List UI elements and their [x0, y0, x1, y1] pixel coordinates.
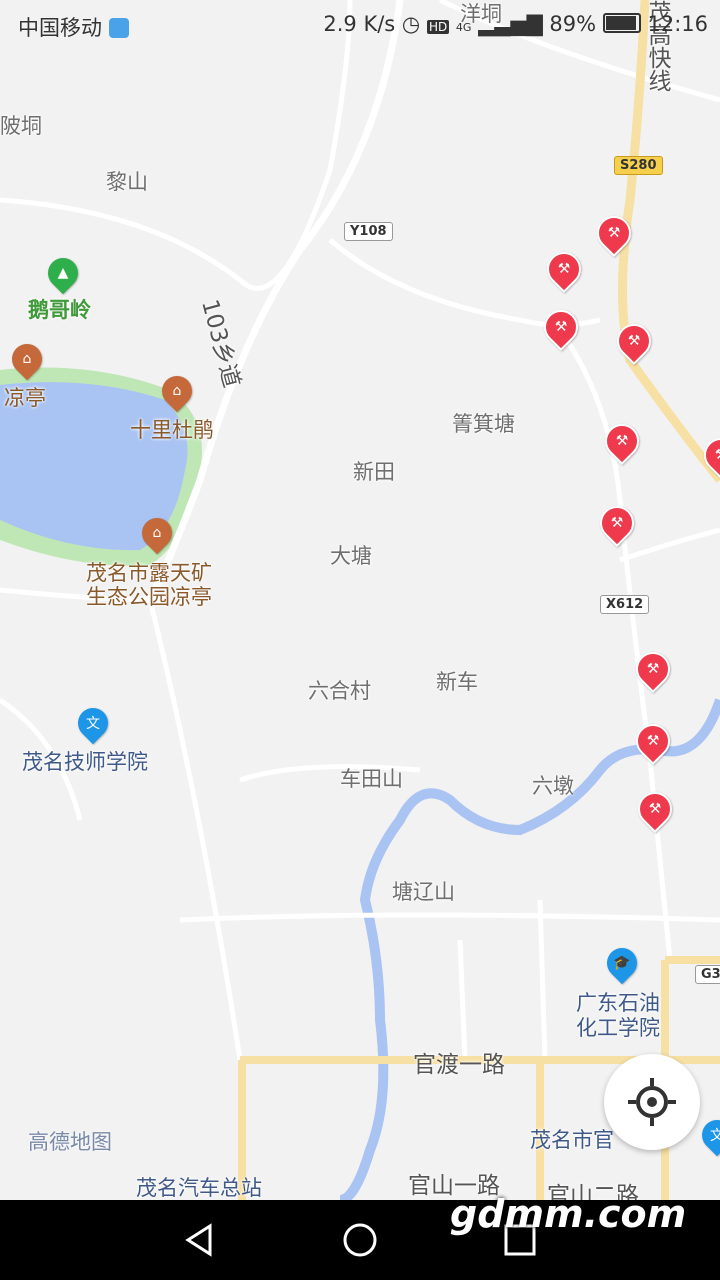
status-bar: 中国移动 2.9 K/s ◷ HD 4G ▂▃▅▇ 89% 12:16	[0, 0, 720, 50]
map-logo: 高德地图	[28, 1130, 112, 1154]
back-icon[interactable]	[180, 1220, 220, 1260]
poi-label[interactable]: 鹅哥岭	[28, 294, 91, 324]
place-label: 新车	[436, 670, 478, 694]
poi-label[interactable]: 生态公园凉亭	[86, 581, 212, 611]
place-label: 大塘	[330, 544, 372, 568]
poi-label[interactable]: 茂名市官	[530, 1124, 614, 1154]
university-icon[interactable]: 🎓	[600, 941, 644, 985]
place-label: 黎山	[106, 170, 148, 194]
watermark: gdmm.com	[450, 1192, 687, 1236]
clock: 12:16	[647, 12, 708, 36]
crosshair-icon	[628, 1078, 676, 1126]
mountain-icon[interactable]: ▲	[41, 251, 85, 295]
status-right: 2.9 K/s ◷ HD 4G ▂▃▅▇ 89% 12:16	[323, 12, 708, 36]
network-type: 4G	[455, 21, 472, 34]
poi-label[interactable]: 茂名技师学院	[22, 746, 148, 776]
school-icon[interactable]: 文	[71, 701, 115, 745]
locate-button[interactable]	[604, 1054, 700, 1150]
place-label: 新田	[353, 460, 395, 484]
hd-icon: HD	[426, 20, 450, 34]
road-shield: X612	[600, 595, 650, 614]
place-label: 六墩	[532, 774, 574, 798]
place-label: 箐箕塘	[452, 412, 515, 436]
poi-label[interactable]: 凉亭	[4, 382, 46, 412]
place-label: 车田山	[340, 767, 403, 791]
pavilion-icon[interactable]: ⌂	[5, 337, 49, 381]
carrier-label: 中国移动	[18, 12, 129, 42]
place-label: 陂垌	[0, 114, 42, 138]
alarm-icon: ◷	[401, 12, 421, 36]
poi-label[interactable]: 化工学院	[576, 1012, 660, 1042]
road-shield: Y108	[344, 222, 393, 241]
place-label: 塘辽山	[392, 880, 455, 904]
battery-icon	[602, 13, 641, 33]
network-speed: 2.9 K/s	[323, 12, 396, 36]
street-label: 官渡一路	[413, 1052, 505, 1078]
road-shield: G32	[695, 965, 720, 984]
signal-icon: ▂▃▅▇	[478, 12, 543, 36]
pavilion-icon[interactable]: ⌂	[135, 511, 179, 555]
pavilion-icon[interactable]: ⌂	[155, 369, 199, 413]
road-shield: S280	[614, 156, 663, 175]
place-label: 六合村	[308, 679, 371, 703]
poi-label[interactable]: 茂名汽车总站	[136, 1172, 262, 1202]
app-notification-icon	[108, 18, 129, 38]
home-icon[interactable]	[340, 1220, 380, 1260]
battery-percent: 89%	[549, 12, 597, 36]
poi-label[interactable]: 十里杜鹃	[130, 414, 214, 444]
map-canvas[interactable]: 陂垌 黎山 洋垌 箐箕塘 新田 大塘 六合村 新车 车田山 六墩 塘辽山 103…	[0, 0, 720, 1209]
